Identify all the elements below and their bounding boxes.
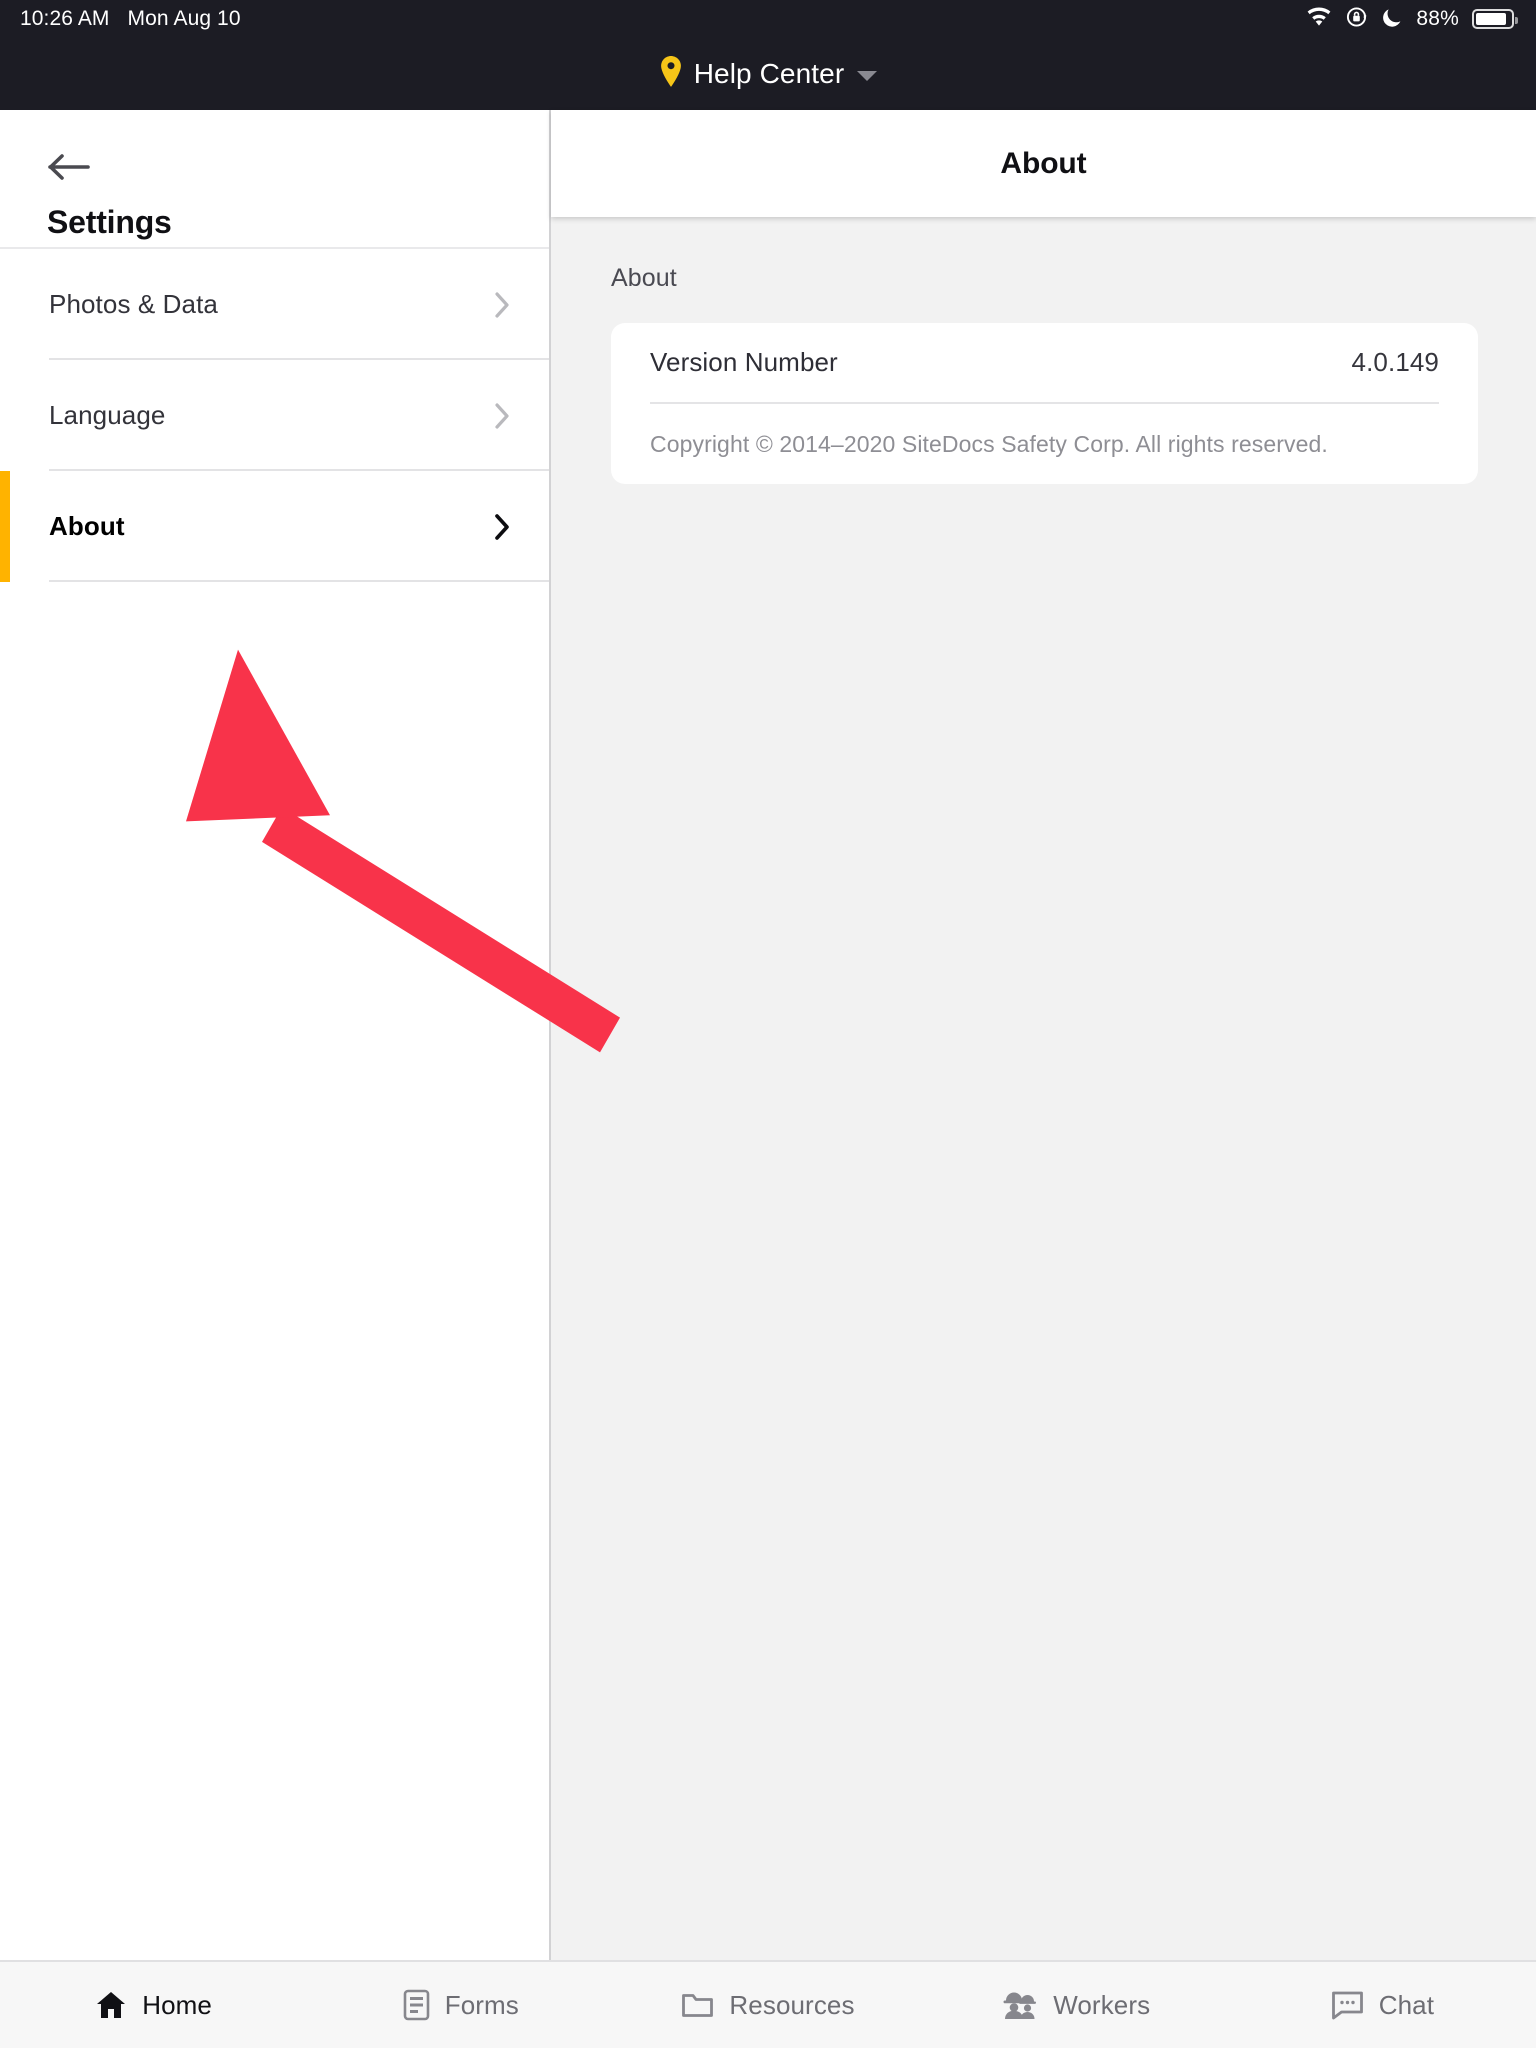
about-card: Version Number 4.0.149 Copyright © 2014–…: [611, 323, 1478, 484]
sidebar-item-label: Photos & Data: [49, 289, 218, 319]
detail-body: About Version Number 4.0.149 Copyright ©…: [551, 217, 1536, 1960]
status-bar-left: 10:26 AM Mon Aug 10: [20, 7, 241, 31]
sidebar-header: Settings: [0, 110, 549, 249]
chevron-right-icon: [495, 402, 510, 429]
battery-percent: 88%: [1416, 7, 1459, 30]
version-number-row: Version Number 4.0.149: [650, 323, 1439, 402]
tab-resources[interactable]: Resources: [614, 1962, 921, 2048]
version-number-label: Version Number: [650, 347, 838, 377]
tab-label: Workers: [1053, 1989, 1151, 2020]
sidebar-item-label: Language: [49, 400, 166, 430]
about-detail-pane: About About Version Number 4.0.149 Copyr…: [551, 110, 1536, 1960]
document-list-icon: [403, 1989, 430, 2021]
chevron-right-icon: [495, 513, 510, 540]
tab-forms[interactable]: Forms: [307, 1962, 614, 2048]
chat-bubble-icon: [1331, 1990, 1364, 2020]
version-number-value: 4.0.149: [1351, 347, 1439, 377]
app-root: 10:26 AM Mon Aug 10 88% Help Center Sett…: [0, 0, 1536, 2048]
rotation-lock-icon: [1345, 5, 1369, 34]
ios-status-bar: 10:26 AM Mon Aug 10 88%: [0, 0, 1536, 38]
tab-label: Resources: [729, 1989, 855, 2020]
workers-hardhat-icon: [1000, 1990, 1038, 2020]
do-not-disturb-moon-icon: [1382, 6, 1403, 33]
tab-label: Forms: [444, 1989, 519, 2020]
content-area: Settings Photos & Data Language About Ab…: [0, 110, 1536, 1960]
detail-header-title: About: [1000, 146, 1087, 180]
location-selector[interactable]: Help Center: [659, 55, 878, 93]
home-icon: [95, 1990, 127, 2020]
sidebar-item-photos-and-data[interactable]: Photos & Data: [0, 249, 549, 360]
battery-icon: [1472, 9, 1518, 29]
status-date: Mon Aug 10: [127, 7, 241, 30]
section-label: About: [611, 264, 677, 292]
sidebar-item-language[interactable]: Language: [0, 360, 549, 471]
list-divider: [49, 580, 549, 582]
location-pin-icon: [659, 55, 683, 93]
tab-workers[interactable]: Workers: [922, 1962, 1229, 2048]
selection-indicator: [0, 471, 10, 582]
chevron-down-icon[interactable]: [857, 70, 878, 81]
tab-chat[interactable]: Chat: [1229, 1962, 1536, 2048]
page-title: Settings: [47, 204, 172, 240]
tab-home[interactable]: Home: [0, 1962, 307, 2048]
settings-list: Photos & Data Language About: [0, 249, 549, 582]
top-nav-bar: Help Center: [0, 38, 1536, 110]
tab-label: Home: [142, 1989, 212, 2020]
status-time: 10:26 AM: [20, 7, 110, 30]
location-label: Help Center: [693, 58, 845, 89]
settings-sidebar: Settings Photos & Data Language About: [0, 110, 551, 1960]
status-bar-right: 88%: [1306, 5, 1518, 34]
sidebar-item-label: About: [49, 511, 125, 541]
wifi-icon: [1306, 7, 1332, 32]
back-arrow-icon[interactable]: [47, 150, 93, 184]
tab-label: Chat: [1378, 1989, 1435, 2020]
detail-header: About: [551, 110, 1536, 217]
bottom-tab-bar: Home Forms Resources Workers Chat: [0, 1960, 1536, 2048]
sidebar-item-about[interactable]: About: [0, 471, 549, 582]
folder-icon: [681, 1991, 714, 2019]
copyright-text: Copyright © 2014–2020 SiteDocs Safety Co…: [650, 430, 1328, 457]
chevron-right-icon: [495, 291, 510, 318]
